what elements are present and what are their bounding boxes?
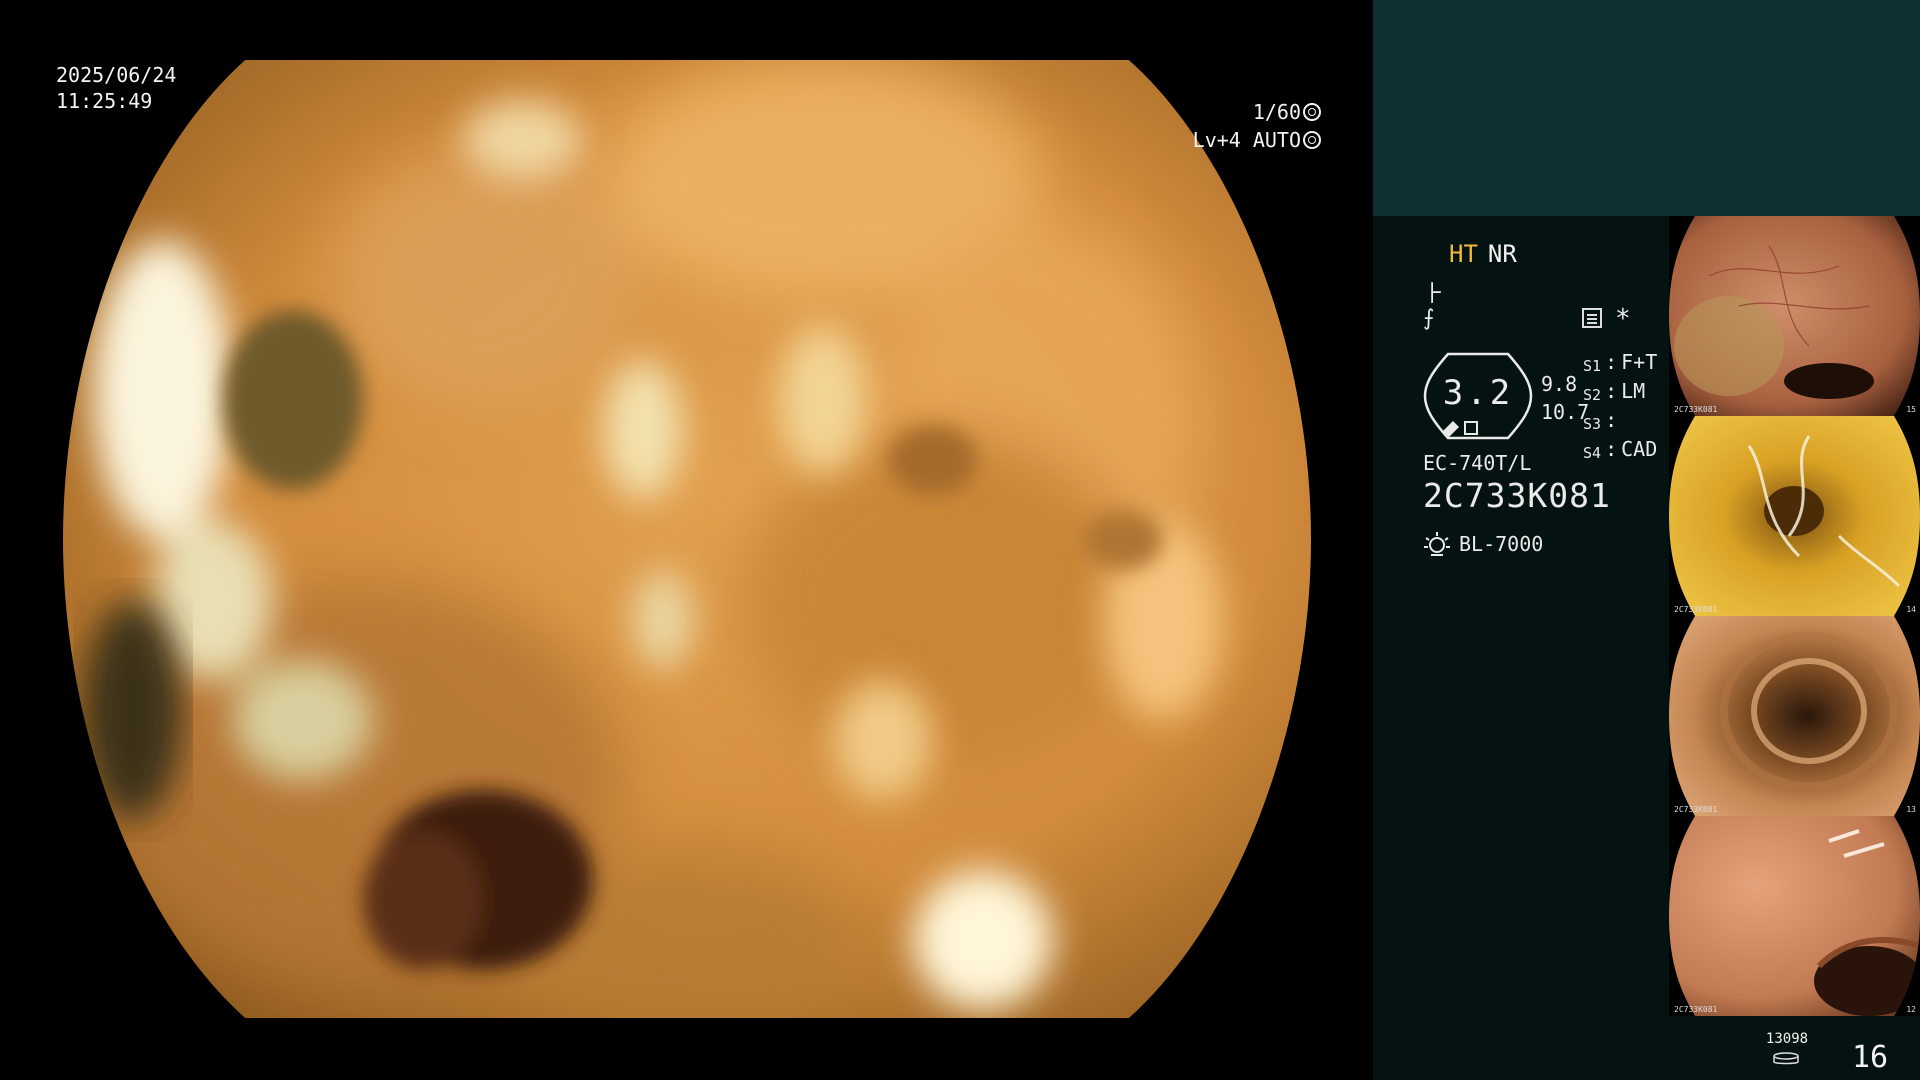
switch-value: LM xyxy=(1621,379,1646,403)
thumbnail-caption: 2C733K081 xyxy=(1674,1005,1718,1014)
thumbnail-caption: 2C733K081 xyxy=(1674,605,1718,614)
time-label: 11:25:49 xyxy=(56,89,153,113)
iris-icon xyxy=(1303,131,1321,149)
ht-mode-label: HT xyxy=(1449,240,1478,268)
brightness-level: Lv+4 xyxy=(1192,128,1241,152)
thumbnail-number: 12 xyxy=(1906,1005,1916,1014)
shutter-speed: 1/60 xyxy=(1252,100,1301,124)
exposure-readout: 1/60 Lv+4 AUTO xyxy=(1193,98,1321,154)
captured-image-thumbnail[interactable]: 2C733K081 12 xyxy=(1669,816,1920,1016)
nr-mode-label: NR xyxy=(1487,240,1517,268)
thumbnail-number: 14 xyxy=(1906,605,1916,614)
switch-s2: S2: LM xyxy=(1583,379,1657,408)
zoom-scale-a: 9.8 xyxy=(1541,372,1578,396)
live-video-area: 2025/06/24 11:25:49 1/60 Lv+4 AUTO xyxy=(0,0,1373,1080)
endoscope-image xyxy=(63,60,1311,1018)
thumbnail-number: 13 xyxy=(1906,805,1916,814)
switch-s3: S3: xyxy=(1583,408,1657,437)
switch-s4: S4: CAD xyxy=(1583,437,1657,466)
thumbnail-number: 15 xyxy=(1906,405,1916,414)
settings-list-icon xyxy=(1582,308,1602,328)
scope-model-label: EC-740T/L xyxy=(1423,451,1532,475)
switch-key: S1 xyxy=(1583,357,1602,375)
scope-switch-assignments: S1: F+T S2: LM S3: S4: CAD xyxy=(1583,350,1657,466)
captured-images-strip: 2C733K081 15 2C733K081 14 2C733K081 13 2… xyxy=(1669,216,1920,1016)
thumbnail-image xyxy=(1669,616,1920,816)
switch-key: S2 xyxy=(1583,386,1602,404)
zoom-value: 3.2 xyxy=(1442,373,1514,413)
zoom-indicator: 3.2 xyxy=(1423,351,1533,441)
captured-image-thumbnail[interactable]: 2C733K081 15 xyxy=(1669,216,1920,416)
mode-indicators: HT NR xyxy=(1449,240,1517,268)
shutter-row: 1/60 xyxy=(1193,98,1321,126)
thumbnail-caption: 2C733K081 xyxy=(1674,805,1718,814)
thumbnail-image xyxy=(1669,816,1920,1016)
image-count: 16 xyxy=(1852,1040,1889,1075)
switch-key: S3 xyxy=(1583,415,1602,433)
switch-s1: S1: F+T xyxy=(1583,350,1657,379)
structure-enhance-icon: ⺊ xyxy=(1423,282,1446,307)
switch-value: CAD xyxy=(1621,437,1658,461)
light-source-label: BL-7000 xyxy=(1459,532,1544,556)
date-label: 2025/06/24 xyxy=(56,63,177,87)
color-enhance-icon: ⨍ xyxy=(1423,306,1435,331)
star-icon: * xyxy=(1615,304,1631,334)
storage-disk-icon xyxy=(1773,1052,1799,1065)
captured-image-thumbnail[interactable]: 2C733K081 14 xyxy=(1669,416,1920,616)
level-row: Lv+4 AUTO xyxy=(1193,126,1321,154)
switch-value: F+T xyxy=(1621,350,1658,374)
endoscope-monitor: 2025/06/24 11:25:49 1/60 Lv+4 AUTO HT NR… xyxy=(0,0,1920,1080)
storage-remaining: 13098 xyxy=(1765,1031,1809,1047)
thumbnail-image xyxy=(1669,216,1920,416)
zoom-scale-b: 10.7 xyxy=(1541,400,1590,424)
shutter-icon xyxy=(1303,103,1321,121)
light-source-row: BL-7000 xyxy=(1423,530,1543,558)
thumbnail-caption: 2C733K081 xyxy=(1674,405,1718,414)
panel-header-block xyxy=(1373,0,1920,216)
thumbnail-image xyxy=(1669,416,1920,616)
exposure-mode: AUTO xyxy=(1252,128,1301,152)
captured-image-thumbnail[interactable]: 2C733K081 13 xyxy=(1669,616,1920,816)
light-source-icon xyxy=(1424,532,1450,556)
scope-serial-number: 2C733K081 xyxy=(1423,476,1611,515)
switch-key: S4 xyxy=(1583,444,1602,462)
